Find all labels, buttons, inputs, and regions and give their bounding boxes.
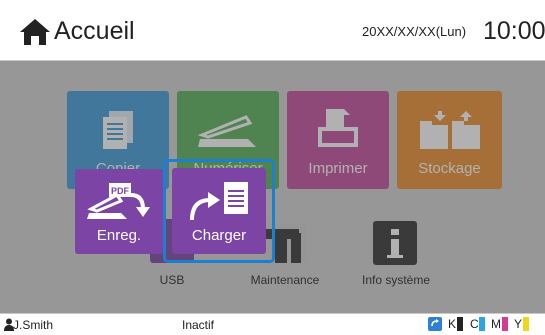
date-display: 20XX/XX/XX(Lun) xyxy=(362,24,467,39)
ink-m-label: M xyxy=(491,317,501,331)
ink-k-level xyxy=(457,317,463,331)
ink-y-level xyxy=(523,317,529,331)
pdf-save-icon: PDF xyxy=(87,183,150,219)
user-name[interactable]: J.Smith xyxy=(13,318,53,332)
upload-document-icon xyxy=(190,182,248,221)
page-title: Accueil xyxy=(54,17,135,45)
ink-c-label: C xyxy=(470,317,479,331)
home-menu-area: Copier Numériser Imprimer Stockage xyxy=(0,61,545,313)
sync-icon[interactable] xyxy=(428,317,442,331)
charger-label: Charger xyxy=(191,227,247,244)
status-bar: J.Smith Inactif K C M Y xyxy=(0,313,545,335)
title-bar: Accueil 20XX/XX/XX(Lun) 10:00 xyxy=(0,0,545,61)
pdf-badge: PDF xyxy=(111,186,130,196)
enreg-button[interactable]: PDF Enreg. xyxy=(75,169,163,254)
machine-status: Inactif xyxy=(182,318,215,332)
ink-c-level xyxy=(479,317,485,331)
charger-button[interactable]: Charger xyxy=(172,168,266,254)
ink-k-label: K xyxy=(448,317,457,331)
ink-y-label: Y xyxy=(514,317,523,331)
ink-m-level xyxy=(502,317,508,331)
time-display: 10:00 xyxy=(483,17,545,45)
enreg-label: Enreg. xyxy=(96,227,142,244)
home-icon[interactable] xyxy=(19,18,51,46)
